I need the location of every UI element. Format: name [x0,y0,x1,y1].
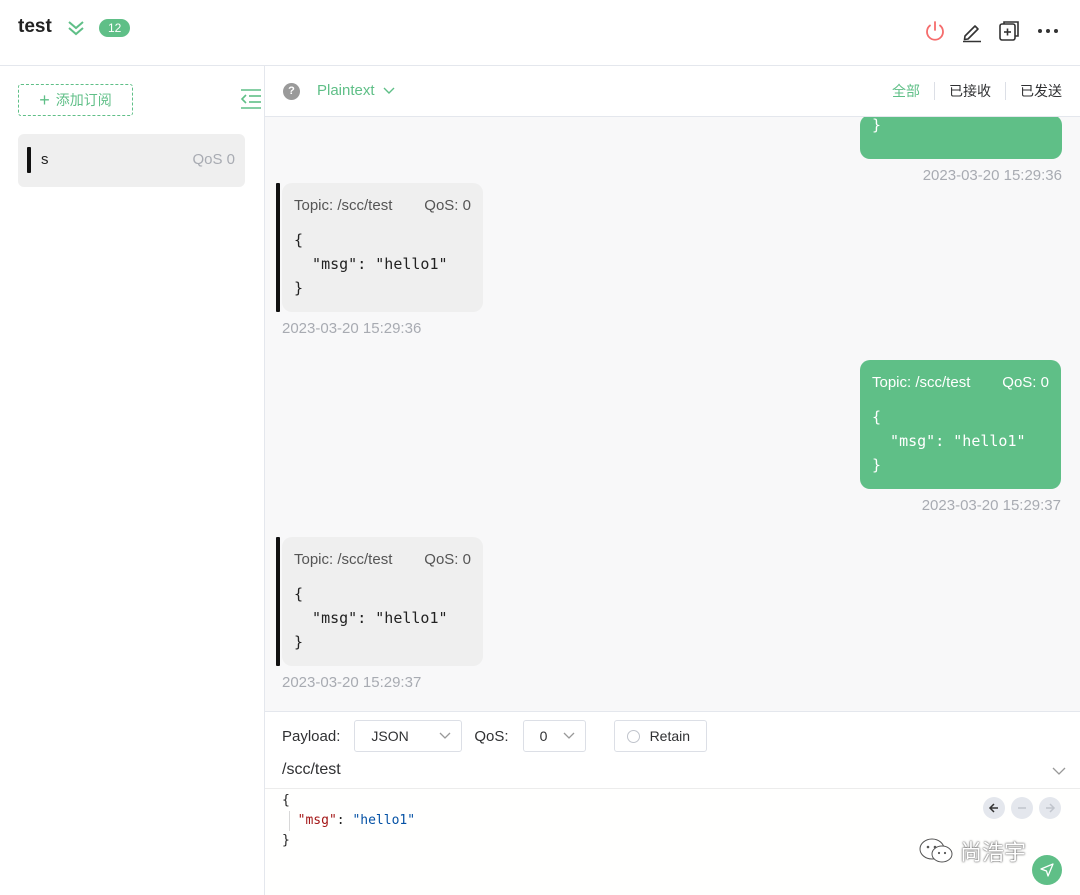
editor-value: "hello1" [352,813,416,828]
message-qos: QoS: 0 [1002,374,1049,391]
message-payload: { "msg": "hello1" } [294,231,448,297]
minus-icon [1018,807,1026,809]
tab-received[interactable]: 已接收 [934,82,1005,100]
message-bubble: } [860,117,1062,159]
publish-panel: Payload: JSON QoS: 0 Retain /scc/test { … [265,711,1080,895]
editor-brace-open: { [282,793,290,808]
message-qos: QoS: 0 [424,551,471,568]
message-bubble: Topic: /scc/test QoS: 0 { "msg": "hello1… [860,360,1061,489]
message-list: } 2023-03-20 15:29:36 Topic: /scc/test Q… [265,117,1080,711]
message-topic: Topic: /scc/test [872,374,971,391]
message-bubble-wrap: Topic: /scc/test QoS: 0 { "msg": "hello1… [276,537,483,666]
new-window-icon[interactable] [997,19,1021,43]
qos-select[interactable]: 0 [522,720,586,752]
message-item-sent: Topic: /scc/test QoS: 0 { "msg": "hello1… [860,360,1061,514]
subscription-topic: s [41,151,49,168]
chevron-down-icon [439,732,451,739]
tab-sent[interactable]: 已发送 [1005,82,1062,100]
payload-type-select[interactable]: JSON [354,720,463,752]
subscriptions-sidebar: + 添加订阅 s QoS 0 [0,66,265,895]
message-time: 2023-03-20 15:29:37 [282,674,422,691]
message-time: 2023-03-20 15:29:36 [282,320,422,337]
edit-icon[interactable] [960,19,984,43]
retain-checkbox[interactable]: Retain [613,720,708,752]
message-count-badge: 12 [99,19,131,37]
power-icon[interactable] [923,19,947,43]
subscription-color-bar [276,537,280,666]
watermark-text: 尚浩宇 [960,841,1027,866]
qos-label: QoS: [474,727,509,745]
history-next-button[interactable] [1039,797,1061,819]
qos-value: 0 [539,728,548,744]
editor-key: "msg" [297,813,337,828]
message-filter-bar: ? Plaintext 全部 已接收 已发送 [265,66,1080,117]
expand-chevrons-icon[interactable] [66,18,86,38]
payload-editor-content[interactable]: { "msg": "hello1" } [282,791,415,851]
help-icon[interactable]: ? [283,83,300,100]
send-icon [1040,863,1054,877]
payload-type-value: JSON [371,728,409,744]
editor-brace-close: } [282,833,290,848]
wechat-logo-icon [919,838,953,863]
message-payload: { "msg": "hello1" } [872,408,1026,474]
message-bubble: Topic: /scc/test QoS: 0 { "msg": "hello1… [282,183,483,312]
history-clear-button[interactable] [1011,797,1033,819]
add-subscription-button[interactable]: + 添加订阅 [18,84,133,116]
publish-topic-input[interactable]: /scc/test [282,761,341,779]
chevron-down-icon [383,87,395,94]
message-item-sent: } 2023-03-20 15:29:36 [860,117,1062,184]
connection-name: test [18,16,52,37]
subscription-color-bar [276,183,280,312]
payload-label: Payload: [282,727,341,745]
retain-label: Retain [649,728,691,744]
arrow-left-icon [988,803,998,813]
message-topic: Topic: /scc/test [294,551,393,568]
retain-radio-icon [626,729,640,743]
message-type-tabs: 全部 已接收 已发送 [878,82,1062,100]
collapse-sidebar-icon[interactable] [239,88,263,110]
chevron-down-icon [563,732,575,739]
plus-icon: + [39,90,50,110]
subscription-item[interactable]: s QoS 0 [18,134,245,187]
message-header: Topic: /scc/test QoS: 0 [872,374,1049,391]
send-button[interactable] [1032,855,1062,885]
payload-format-value: Plaintext [317,82,375,99]
message-header: Topic: /scc/test QoS: 0 [294,197,471,214]
message-item-received: Topic: /scc/test QoS: 0 { "msg": "hello1… [276,183,483,337]
message-time: 2023-03-20 15:29:36 [922,167,1062,184]
subscription-qos: QoS 0 [192,151,235,168]
chevron-down-icon[interactable] [1052,764,1066,778]
message-bubble-wrap: Topic: /scc/test QoS: 0 { "msg": "hello1… [276,183,483,312]
message-bubble: Topic: /scc/test QoS: 0 { "msg": "hello1… [282,537,483,666]
editor-separator: : [336,813,353,828]
message-time: 2023-03-20 15:29:37 [921,497,1061,514]
subscription-color-bar [27,147,31,173]
app-window: test 12 + 添加订阅 s QoS 0 ? Plaintext 全部 已接… [0,0,1080,895]
message-qos: QoS: 0 [424,197,471,214]
tab-all[interactable]: 全部 [878,82,934,100]
payload-editor[interactable]: { "msg": "hello1" } 尚浩宇 [265,788,1080,895]
message-topic: Topic: /scc/test [294,197,393,214]
message-item-received: Topic: /scc/test QoS: 0 { "msg": "hello1… [276,537,483,691]
more-icon[interactable] [1036,19,1060,43]
publish-options-row: Payload: JSON QoS: 0 Retain [282,720,708,752]
message-payload: } [872,117,882,134]
arrow-right-icon [1046,803,1056,813]
payload-format-select[interactable]: Plaintext [317,82,395,99]
history-prev-button[interactable] [983,797,1005,819]
connection-header: test 12 [0,0,1080,66]
watermark: 尚浩宇 [918,835,1026,867]
message-header: Topic: /scc/test QoS: 0 [294,551,471,568]
add-subscription-label: 添加订阅 [55,92,112,108]
message-payload: { "msg": "hello1" } [294,585,448,651]
